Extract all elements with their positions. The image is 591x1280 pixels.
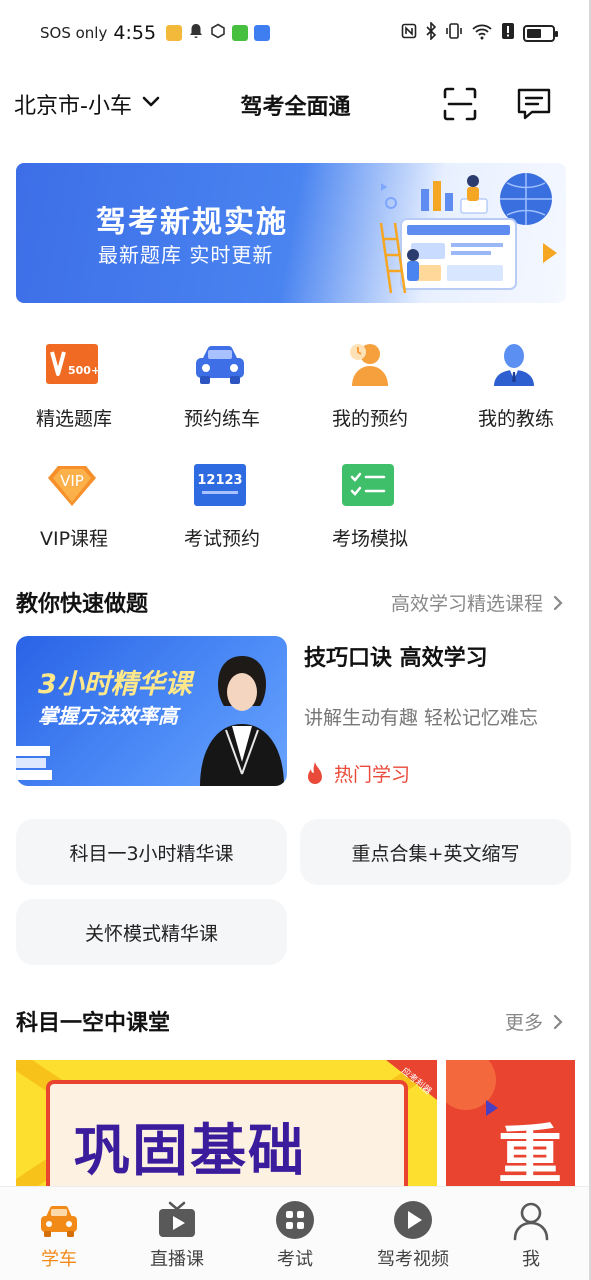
nav-me[interactable]: 我 (472, 1187, 590, 1280)
grid-icon (276, 1201, 314, 1239)
nav-driving-video[interactable]: 驾考视频 (354, 1187, 472, 1280)
grid-label: 考试预约 (183, 528, 260, 550)
scan-icon (443, 87, 477, 121)
nav-label: 考试 (277, 1249, 313, 1270)
nav-label: 直播课 (150, 1249, 204, 1270)
car-icon (41, 1206, 77, 1237)
car-icon (196, 345, 244, 384)
course-title[interactable]: 技巧口诀 高效学习 (304, 640, 488, 672)
clock: 4:55 (113, 22, 157, 44)
grid-question-bank[interactable]: 500+ 精选题库 (14, 340, 134, 440)
svg-text:VIP: VIP (60, 472, 84, 490)
bluetooth-icon (425, 21, 437, 44)
coach-icon (494, 344, 534, 386)
grid-vip-course[interactable]: VIP VIP课程 (14, 460, 134, 560)
fire-icon (308, 761, 322, 784)
status-bar: SOS only 4:55 (0, 0, 591, 66)
grid-label: 预约练车 (183, 408, 260, 430)
course-image-title: 3小时精华课 (38, 669, 192, 700)
hot-label: 热门学习 (334, 764, 411, 786)
exam-12123-icon: 12123 (194, 464, 246, 506)
course-thumbnail[interactable]: 3小时精华课 掌握方法效率高 (16, 636, 287, 786)
course-image-subtitle: 掌握方法效率高 (38, 704, 178, 728)
nav-label: 我 (522, 1249, 540, 1270)
wechat-icon (232, 25, 249, 41)
play-circle-icon (394, 1201, 432, 1239)
teacher-portrait (200, 656, 284, 786)
message-icon (517, 88, 551, 120)
pill-course-3[interactable]: 关怀模式精华课 (16, 899, 287, 965)
question-bank-icon: 500+ (46, 344, 100, 384)
banner-subtitle: 最新题库 实时更新 (98, 243, 274, 267)
grid-label: 我的预约 (331, 408, 408, 430)
chevron-right-icon (553, 1014, 563, 1029)
chevron-right-icon (553, 595, 563, 610)
carrier-text: SOS only (40, 24, 108, 42)
grid-exam-booking[interactable]: 12123 考试预约 (162, 460, 282, 560)
nfc-icon (401, 23, 417, 43)
vip-badge-icon: VIP (48, 466, 96, 506)
app-notify-icon (254, 25, 271, 41)
class-card-title: 重 (498, 1119, 562, 1190)
promo-banner[interactable]: 驾考新规实施 最新题库 实时更新 (16, 163, 566, 303)
section-title-quick: 教你快速做题 (16, 592, 149, 617)
pill-course-1[interactable]: 科目一3小时精华课 (16, 819, 287, 885)
nav-live-course[interactable]: 直播课 (118, 1187, 236, 1280)
grid-label: 考场模拟 (331, 528, 408, 550)
grid-label: 精选题库 (35, 408, 112, 430)
bell-icon (188, 23, 204, 43)
message-button[interactable] (514, 84, 554, 124)
sim-icon (166, 25, 183, 41)
class-card-basics[interactable]: 巩固基础 应考利器 (16, 1060, 437, 1190)
grid-book-practice[interactable]: 预约练车 (162, 340, 282, 440)
wifi-icon (471, 22, 493, 44)
grid-label: 我的教练 (477, 408, 554, 430)
tv-play-icon (159, 1201, 195, 1237)
class-card-key-points[interactable]: 重 (446, 1060, 575, 1190)
grid-exam-simulation[interactable]: 考场模拟 (310, 460, 430, 560)
banner-illustration (379, 173, 557, 294)
booking-person-icon (350, 344, 388, 386)
svg-text:500+: 500+ (68, 364, 100, 377)
books-decoration (16, 746, 52, 780)
nav-exam[interactable]: 考试 (236, 1187, 354, 1280)
section-more-class[interactable]: 更多 (505, 1008, 565, 1035)
hot-tag: 热门学习 (304, 760, 410, 787)
more-label: 更多 (504, 1012, 543, 1034)
more-label: 高效学习精选课程 (390, 593, 543, 615)
course-desc: 讲解生动有趣 轻松记忆难忘 (304, 707, 539, 729)
banner-title: 驾考新规实施 (96, 205, 288, 240)
bottom-nav: 学车 直播课 考试 驾考视频 我 (0, 1186, 591, 1280)
app-title: 驾考全面通 (240, 95, 351, 120)
grid-label: VIP课程 (39, 528, 109, 550)
section-more-quick[interactable]: 高效学习精选课程 (391, 589, 565, 616)
grid-my-coach[interactable]: 我的教练 (456, 340, 576, 440)
grid-my-booking[interactable]: 我的预约 (310, 340, 430, 440)
box-icon (210, 23, 226, 43)
battery-icon (523, 24, 558, 42)
vibrate-icon (445, 22, 463, 44)
class-card-title: 巩固基础 (74, 1119, 306, 1184)
scan-button[interactable] (440, 84, 480, 124)
top-header: 北京市-小车 驾考全面通 (0, 70, 591, 136)
nav-learn-driving[interactable]: 学车 (0, 1187, 118, 1280)
svg-text:12123: 12123 (197, 473, 242, 488)
user-icon (513, 1202, 549, 1241)
section-title-class: 科目一空中课堂 (16, 1011, 171, 1036)
nav-label: 学车 (41, 1249, 77, 1270)
pill-course-2[interactable]: 重点合集+英文缩写 (300, 819, 571, 885)
nav-label: 驾考视频 (377, 1249, 449, 1270)
checklist-icon (342, 464, 394, 506)
alert-icon (501, 22, 515, 44)
